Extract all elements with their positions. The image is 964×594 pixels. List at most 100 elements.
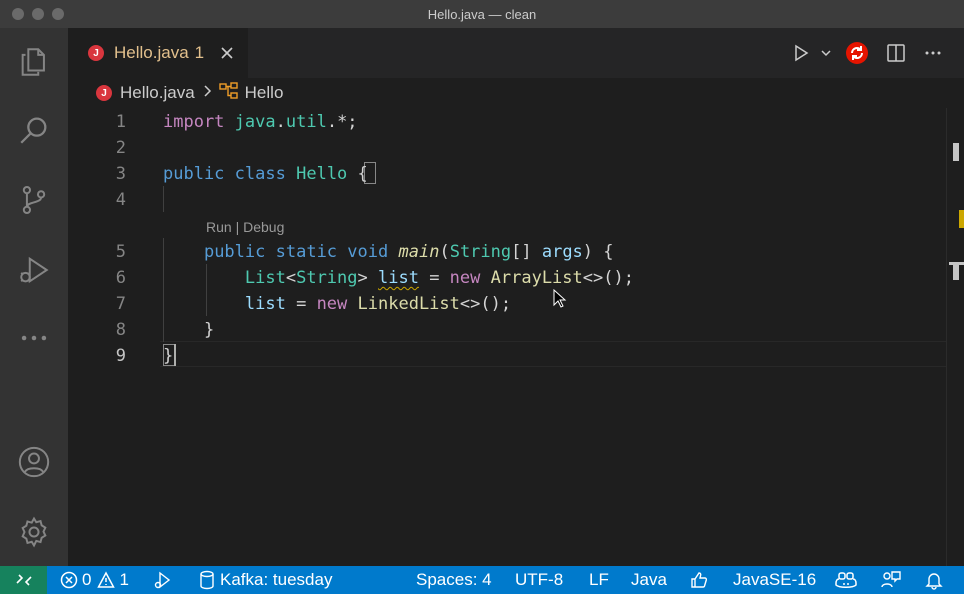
package-name: util (285, 112, 327, 132)
class-symbol-icon (218, 81, 239, 105)
search-icon[interactable] (14, 110, 54, 150)
kafka-cluster-indicator[interactable]: Kafka: tuesday (198, 566, 332, 594)
class-name: Hello (296, 164, 348, 184)
warning-marker (959, 210, 964, 228)
code-line-7: list = new LinkedList<>(); (163, 294, 511, 314)
mouse-pointer-icon (553, 288, 567, 314)
close-icon[interactable] (218, 44, 236, 62)
text-cursor (174, 344, 176, 366)
run-java-icon[interactable] (788, 40, 814, 66)
copilot-icon[interactable] (835, 566, 861, 594)
notifications-bell-icon[interactable] (924, 566, 948, 594)
code-editor[interactable]: 1 2 3 4 5 6 7 8 9 import java.util.*; pu… (68, 108, 946, 566)
breadcrumb-symbol[interactable]: Hello (245, 83, 284, 103)
database-icon (200, 570, 214, 590)
java-file-icon: J (88, 45, 104, 61)
remote-indicator[interactable] (0, 566, 47, 594)
split-editor-icon[interactable] (883, 40, 909, 66)
punctuation: .*; (326, 112, 358, 132)
remote-icon (15, 574, 32, 586)
code-line-6: List<String> list = new ArrayList<>(); (163, 268, 634, 288)
breadcrumb-file[interactable]: Hello.java (120, 83, 195, 103)
keyword: void (347, 242, 389, 262)
line-number: 4 (115, 190, 126, 210)
punctuation: > (357, 268, 378, 288)
eol-indicator[interactable]: LF (589, 566, 609, 594)
punctuation: <>(); (459, 294, 512, 314)
code-line-9: } (163, 346, 173, 366)
tab-hello-java[interactable]: J Hello.java 1 (68, 28, 248, 78)
punctuation: . (275, 112, 286, 132)
keyword: class (234, 164, 286, 184)
source-control-icon[interactable] (14, 180, 54, 220)
selection-marker (953, 262, 959, 280)
indent-guide (163, 186, 164, 212)
code-line-1: import java.util.*; (163, 112, 358, 132)
keyword: static (275, 242, 338, 262)
line-number: 5 (115, 242, 126, 262)
package-name: java (234, 112, 276, 132)
vertical-scrollbar[interactable] (946, 108, 964, 566)
hot-reload-icon[interactable] (844, 40, 870, 66)
constructor-name: ArrayList (490, 268, 583, 288)
tab-label: Hello.java (114, 43, 189, 62)
indentation-indicator[interactable]: Spaces: 4 (416, 566, 492, 594)
thumbs-up-icon[interactable] (689, 566, 713, 594)
tab-problem-count: 1 (194, 43, 205, 62)
debug-status-icon[interactable] (152, 566, 176, 594)
brace: } (203, 320, 215, 340)
code-line-3: public class Hello { (163, 164, 368, 184)
java-file-icon: J (96, 85, 112, 101)
warning-count: 1 (119, 570, 129, 589)
keyword: import (163, 112, 225, 132)
settings-gear-icon[interactable] (14, 512, 54, 552)
activity-bar (0, 28, 68, 566)
punctuation: < (285, 268, 297, 288)
variable: list (244, 294, 286, 314)
cursor-position-marker (953, 143, 959, 161)
variable-warning[interactable]: list (378, 268, 419, 288)
feedback-icon[interactable] (880, 566, 906, 594)
title-bar: Hello.java — clean (0, 0, 964, 28)
error-icon (60, 571, 78, 589)
run-debug-icon[interactable] (14, 250, 54, 290)
current-line-highlight (160, 341, 946, 367)
encoding-indicator[interactable]: UTF-8 (515, 566, 563, 594)
account-icon[interactable] (14, 442, 54, 482)
codelens-run-debug[interactable]: Run | Debug (206, 219, 284, 235)
keyword: new (449, 268, 481, 288)
line-number: 1 (115, 112, 126, 132)
punctuation: ( (439, 242, 450, 262)
line-number: 7 (115, 294, 126, 314)
status-bar: 0 1 Kafka: tuesday Spaces: 4 UTF-8 LF Ja… (0, 566, 964, 594)
error-count: 0 (82, 570, 92, 589)
editor-tab-bar: J Hello.java 1 (68, 28, 964, 78)
code-line-8: } (163, 320, 214, 340)
operator: = (285, 294, 317, 314)
code-line-5: public static void main(String[] args) { (163, 242, 614, 262)
chevron-down-icon[interactable] (818, 40, 834, 66)
language-mode-indicator[interactable]: Java (631, 566, 667, 594)
problems-indicator[interactable]: 0 1 (60, 566, 129, 594)
line-number: 3 (115, 164, 126, 184)
explorer-icon[interactable] (14, 42, 54, 82)
warning-icon (97, 571, 116, 588)
type-name: String (296, 268, 358, 288)
type-name: List (244, 268, 286, 288)
punctuation: <>(); (582, 268, 634, 288)
type-name: String (449, 242, 512, 262)
jdk-version-indicator[interactable]: JavaSE-16 (733, 566, 816, 594)
more-actions-icon[interactable] (920, 40, 946, 66)
more-icon[interactable] (14, 318, 54, 358)
method-name: main (398, 242, 440, 262)
line-number-current: 9 (115, 346, 126, 366)
parameter: args (541, 242, 583, 262)
line-number: 8 (115, 320, 126, 340)
constructor-name: LinkedList (357, 294, 460, 314)
keyword: public (163, 164, 225, 184)
brace: } (163, 346, 174, 366)
line-number: 2 (115, 138, 126, 158)
punctuation: ) { (582, 242, 614, 262)
keyword: public (203, 242, 266, 262)
breadcrumb: J Hello.java Hello (68, 78, 946, 108)
